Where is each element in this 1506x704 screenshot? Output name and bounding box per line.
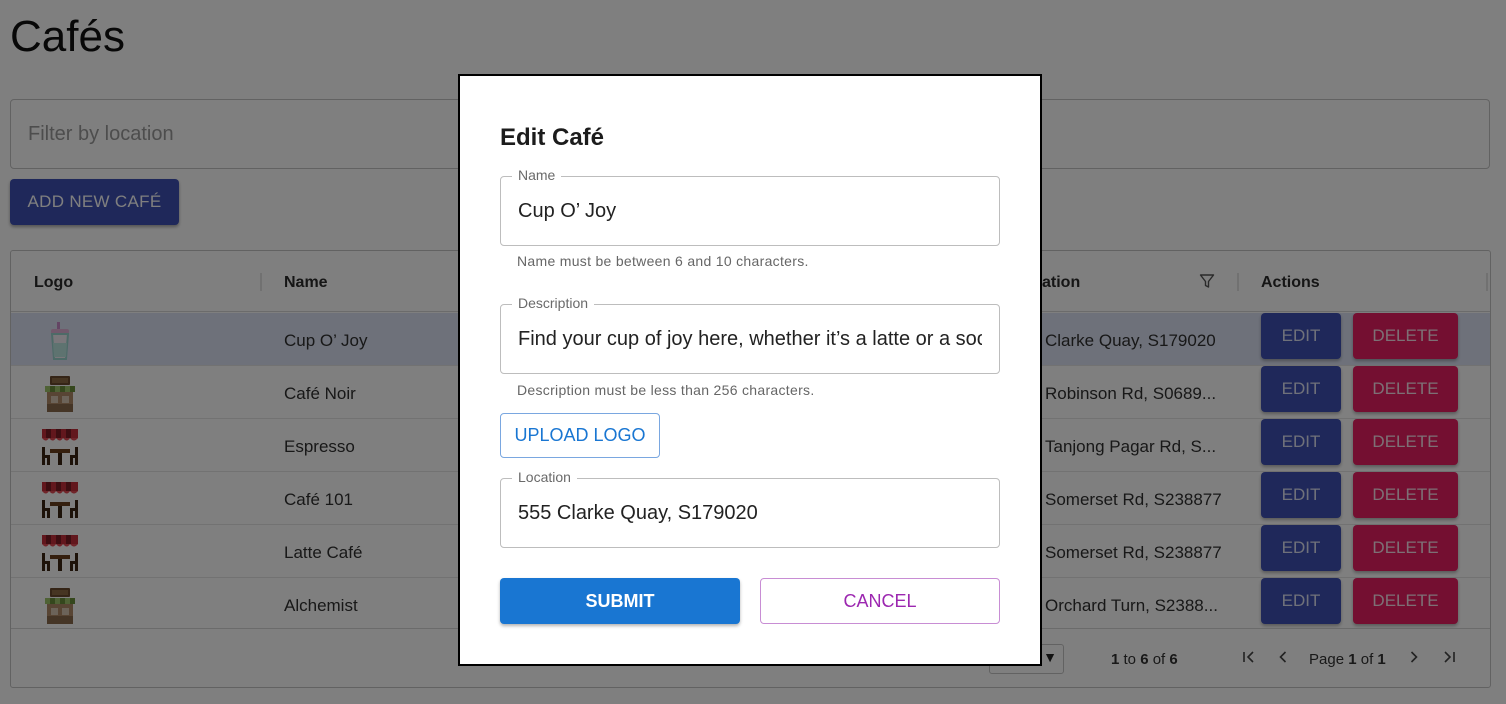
- edit-cafe-dialog: Edit Café Name Name must be between 6 an…: [458, 74, 1042, 666]
- name-input[interactable]: [501, 177, 999, 245]
- description-helper-text: Description must be less than 256 charac…: [517, 382, 815, 398]
- name-helper-text: Name must be between 6 and 10 characters…: [517, 253, 809, 269]
- submit-button[interactable]: SUBMIT: [500, 578, 740, 624]
- location-input[interactable]: [501, 479, 999, 547]
- location-field[interactable]: Location: [500, 469, 1000, 548]
- upload-logo-button[interactable]: UPLOAD LOGO: [500, 413, 660, 458]
- name-field[interactable]: Name: [500, 167, 1000, 246]
- description-field[interactable]: Description: [500, 295, 1000, 374]
- description-input[interactable]: [501, 305, 999, 373]
- dialog-title: Edit Café: [500, 124, 605, 151]
- cancel-button[interactable]: CANCEL: [760, 578, 1000, 624]
